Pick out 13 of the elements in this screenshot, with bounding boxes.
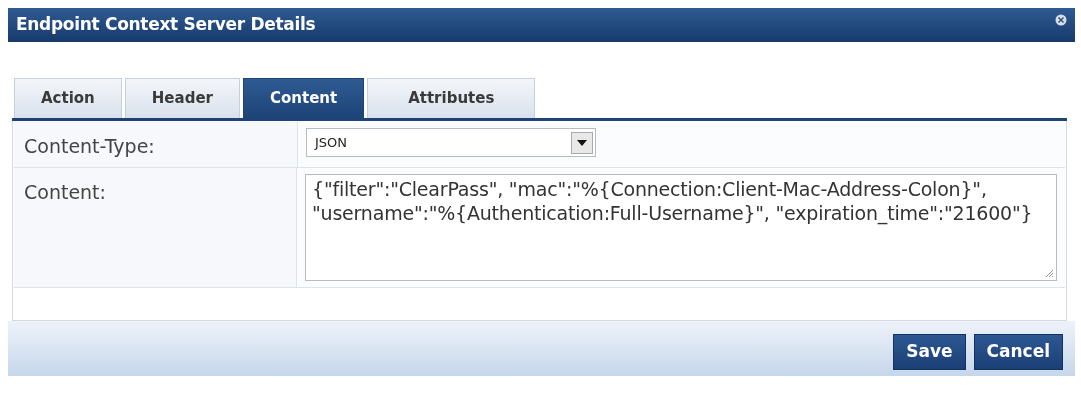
tab[interactable]: Attributes xyxy=(367,78,536,118)
dialog-button[interactable]: Save xyxy=(893,333,966,370)
tab[interactable]: Header xyxy=(124,78,240,118)
resize-handle-icon[interactable] xyxy=(1045,269,1054,278)
field-label: Content-Type: xyxy=(24,135,155,157)
tab[interactable]: Content xyxy=(242,78,365,118)
dialog-title: Endpoint Context Server Details xyxy=(16,13,316,37)
tab[interactable]: Action xyxy=(14,78,122,118)
content-text-area[interactable]: {"filter":"ClearPass", "mac":"%{Connection:Client-Mac-Address-Colon}", "username":"%{Authentication:Full-Username}", "expiration_time":"21600"} xyxy=(305,174,1057,281)
field-label: Content: xyxy=(24,181,106,203)
dialog-button[interactable]: Cancel xyxy=(973,333,1063,370)
content-type-dropdown[interactable]: JSON xyxy=(306,128,596,157)
close-icon[interactable] xyxy=(1055,14,1067,26)
